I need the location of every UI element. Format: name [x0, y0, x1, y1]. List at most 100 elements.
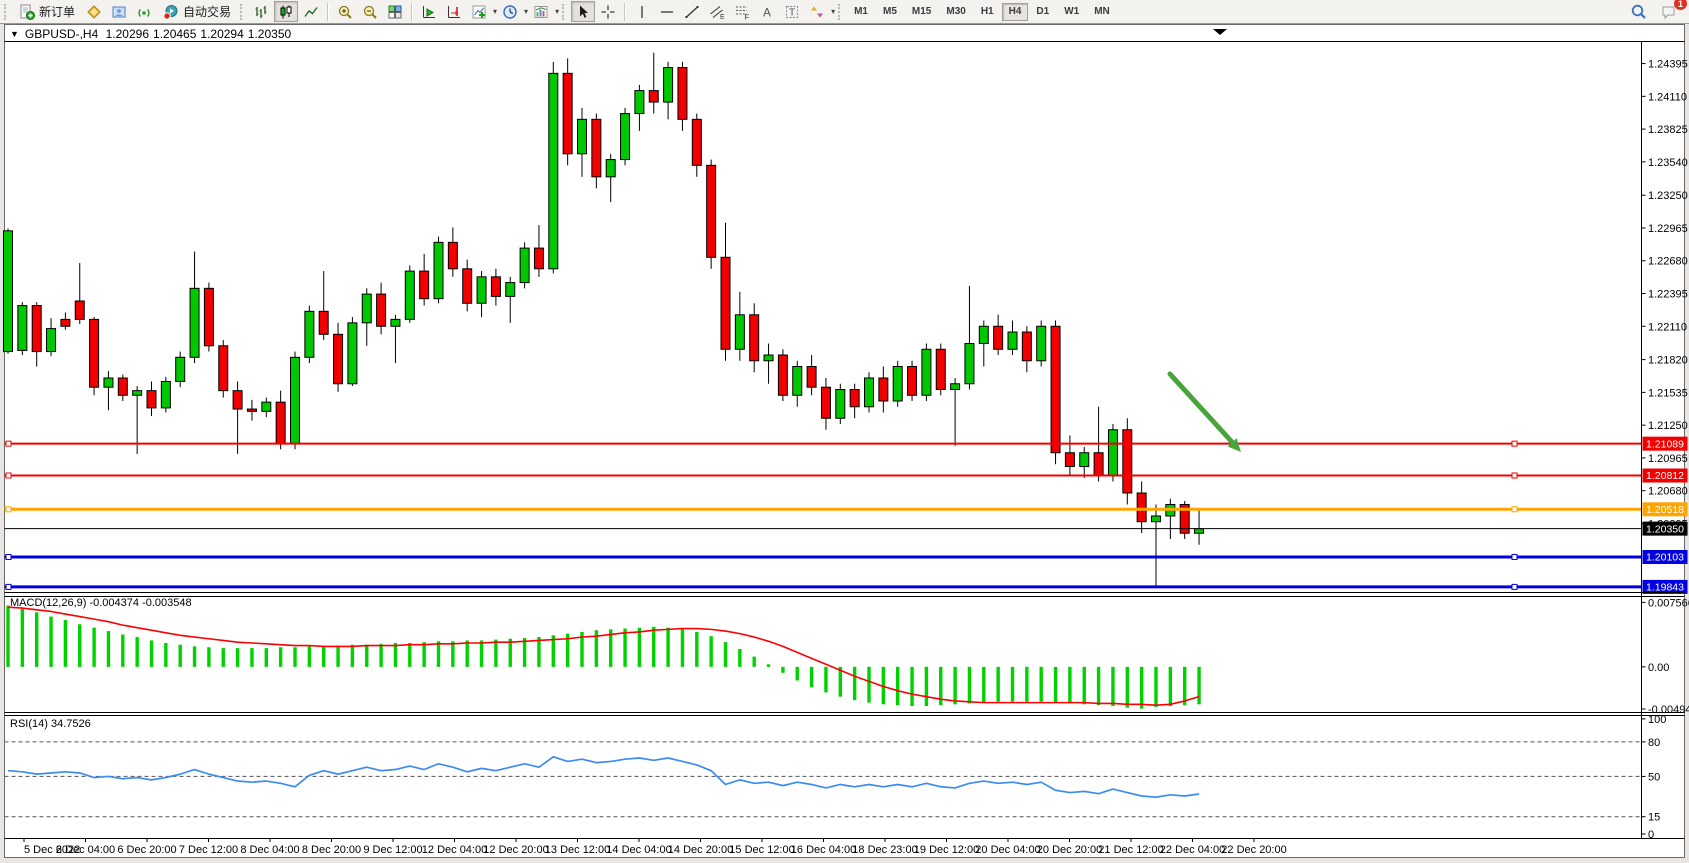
- bar-chart-button[interactable]: [249, 1, 273, 22]
- autotrading-button[interactable]: 自动交易: [157, 1, 237, 22]
- svg-text:50: 50: [1648, 771, 1660, 783]
- candle-up: [176, 357, 185, 381]
- hline-handle: [1512, 507, 1517, 512]
- timeframe-m15-button[interactable]: M15: [905, 3, 938, 21]
- candle-up: [865, 378, 874, 407]
- zoom-in-button[interactable]: [333, 1, 357, 22]
- candle-down: [1137, 493, 1146, 522]
- horizontal-line-tool-button[interactable]: [655, 1, 679, 22]
- svg-text:100: 100: [1648, 714, 1666, 726]
- svg-text:20 Dec 20:00: 20 Dec 20:00: [1037, 844, 1102, 856]
- terminal-icon: [111, 4, 127, 20]
- symbol-dropdown-icon[interactable]: ▼: [10, 29, 19, 39]
- fibonacci-tool-button[interactable]: F: [730, 1, 754, 22]
- arrows-shapes-icon: [809, 4, 825, 20]
- svg-text:19 Dec 12:00: 19 Dec 12:00: [914, 844, 979, 856]
- chart-canvas[interactable]: 1.243951.241101.238251.235401.232501.229…: [0, 24, 1689, 863]
- terminal-button[interactable]: [107, 1, 131, 22]
- candle-up: [979, 326, 988, 343]
- trendline-tool-button[interactable]: [680, 1, 704, 22]
- candle-down: [118, 378, 127, 395]
- timeframe-mn-button[interactable]: MN: [1087, 3, 1117, 21]
- indicators-button[interactable]: [467, 1, 491, 22]
- svg-text:15 Dec 12:00: 15 Dec 12:00: [729, 844, 794, 856]
- vertical-line-tool-button[interactable]: [630, 1, 654, 22]
- fibonacci-icon: F: [734, 4, 750, 20]
- candle-down: [850, 390, 859, 407]
- templates-button[interactable]: [529, 1, 553, 22]
- svg-text:1.22110: 1.22110: [1648, 321, 1687, 333]
- periods-dropdown-arrow[interactable]: ▾: [524, 7, 528, 16]
- candle-up: [4, 231, 13, 352]
- zoom-out-button[interactable]: [358, 1, 382, 22]
- arrows-tool-button[interactable]: [805, 1, 829, 22]
- macd-bar: [1040, 667, 1043, 702]
- text-label-tool-button[interactable]: T: [780, 1, 804, 22]
- svg-text:1.21820: 1.21820: [1648, 355, 1688, 367]
- toolbar-grip[interactable]: [562, 4, 568, 20]
- timeframe-h4-button[interactable]: H4: [1002, 3, 1029, 21]
- candle-up: [1152, 516, 1161, 522]
- candle-down: [534, 248, 543, 269]
- timeframe-h1-button[interactable]: H1: [974, 3, 1001, 21]
- tile-windows-button[interactable]: [383, 1, 407, 22]
- svg-text:1.21535: 1.21535: [1648, 387, 1688, 399]
- metaeditor-button[interactable]: [82, 1, 106, 22]
- line-chart-button[interactable]: [299, 1, 323, 22]
- candle-up: [391, 319, 400, 326]
- templates-dropdown-arrow[interactable]: ▾: [555, 7, 559, 16]
- timeframe-w1-button[interactable]: W1: [1057, 3, 1086, 21]
- candle-up: [190, 288, 199, 357]
- macd-bar: [250, 648, 253, 667]
- candle-up: [965, 344, 974, 384]
- cursor-icon: [575, 4, 591, 20]
- cursor-tool-button[interactable]: [571, 1, 595, 22]
- autoscroll-icon: [421, 4, 437, 20]
- autoscroll-button[interactable]: [417, 1, 441, 22]
- toolbar-grip[interactable]: [4, 4, 10, 20]
- toolbar-grip[interactable]: [240, 4, 246, 20]
- svg-text:1.22965: 1.22965: [1648, 223, 1688, 235]
- candle-up: [735, 315, 744, 349]
- candlestick-chart-button[interactable]: [274, 1, 298, 22]
- search-button[interactable]: [1627, 1, 1651, 22]
- arrows-dropdown-arrow[interactable]: ▾: [831, 7, 835, 16]
- macd-bar: [480, 640, 483, 666]
- candle-down: [147, 391, 156, 408]
- hline-handle: [1512, 473, 1517, 478]
- hline-handle: [1512, 555, 1517, 560]
- crosshair-tool-button[interactable]: [596, 1, 620, 22]
- timeframe-m30-button[interactable]: M30: [939, 3, 972, 21]
- candle-down: [32, 306, 41, 352]
- svg-text:1.21250: 1.21250: [1648, 420, 1688, 432]
- macd-bar: [853, 667, 856, 700]
- notifications-button[interactable]: 1: [1657, 1, 1681, 22]
- svg-text:0.007566: 0.007566: [1648, 597, 1689, 609]
- text-tool-button[interactable]: A: [755, 1, 779, 22]
- toolbar-grip[interactable]: [838, 4, 844, 20]
- candle-down: [377, 294, 386, 326]
- signals-button[interactable]: [132, 1, 156, 22]
- timeframe-m5-button[interactable]: M5: [876, 3, 904, 21]
- macd-bar: [379, 644, 382, 667]
- candle-down: [1094, 453, 1103, 476]
- chart-shift-button[interactable]: [442, 1, 466, 22]
- timeframe-m1-button[interactable]: M1: [847, 3, 875, 21]
- indicators-dropdown-arrow[interactable]: ▾: [493, 7, 497, 16]
- macd-bar: [422, 642, 425, 667]
- equidistant-channel-tool-button[interactable]: E: [705, 1, 729, 22]
- new-order-button[interactable]: 新订单: [13, 1, 81, 22]
- candle-up: [133, 391, 142, 396]
- macd-bar: [1068, 667, 1071, 704]
- candle-down: [707, 165, 716, 257]
- candle-up: [348, 323, 357, 384]
- candle-up: [47, 329, 56, 352]
- candle-up: [305, 311, 314, 357]
- candle-down: [1065, 453, 1074, 467]
- macd-bar: [207, 647, 210, 667]
- macd-bar: [781, 667, 784, 673]
- timeframe-d1-button[interactable]: D1: [1029, 3, 1056, 21]
- macd-bar: [322, 646, 325, 667]
- periods-button[interactable]: [498, 1, 522, 22]
- macd-bar: [623, 629, 626, 667]
